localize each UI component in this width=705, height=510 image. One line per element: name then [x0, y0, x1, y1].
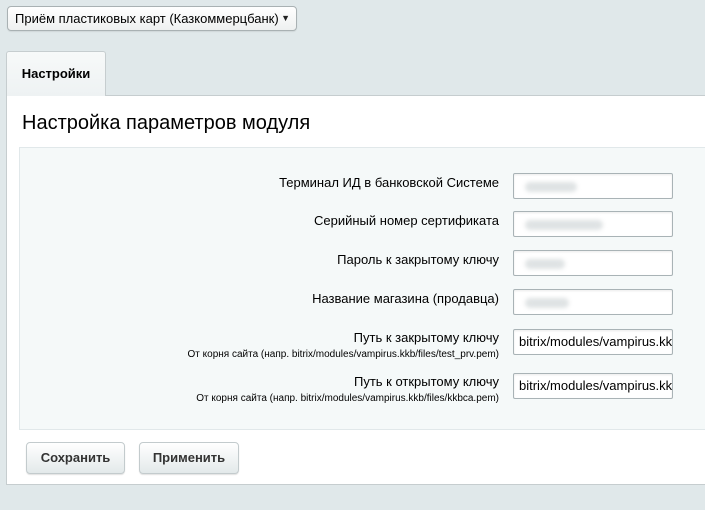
- redacted-value: [525, 258, 565, 269]
- public-key-path-field[interactable]: bitrix/modules/vampirus.kkb/files/kkbca.…: [513, 373, 673, 399]
- shop-name-field[interactable]: [513, 289, 673, 315]
- terminal-id-label: Терминал ИД в банковской Системе: [279, 175, 499, 190]
- redacted-value: [525, 297, 569, 308]
- settings-form: Терминал ИД в банковской Системе Серийны…: [19, 147, 705, 430]
- module-select-value: Приём пластиковых карт (Казкоммерцбанк): [15, 11, 279, 26]
- private-key-password-field[interactable]: [513, 250, 673, 276]
- redacted-value: [525, 181, 577, 192]
- shop-name-label: Название магазина (продавца): [312, 291, 499, 306]
- public-key-path-label: Путь к открытому ключу От корня сайта (н…: [196, 374, 499, 404]
- certificate-serial-field[interactable]: [513, 211, 673, 237]
- private-key-path-label: Путь к закрытому ключу От корня сайта (н…: [187, 330, 499, 360]
- private-key-password-label: Пароль к закрытому ключу: [337, 252, 499, 267]
- tab-settings[interactable]: Настройки: [6, 51, 106, 96]
- module-select[interactable]: Приём пластиковых карт (Казкоммерцбанк) …: [7, 6, 297, 31]
- certificate-serial-label: Серийный номер сертификата: [314, 213, 499, 228]
- private-key-path-field[interactable]: bitrix/modules/vampirus.kkb/files/test_p…: [513, 329, 673, 355]
- save-button[interactable]: Сохранить: [26, 442, 125, 474]
- private-key-path-hint: От корня сайта (напр. bitrix/modules/vam…: [187, 349, 499, 360]
- apply-button[interactable]: Применить: [139, 442, 239, 474]
- page-title: Настройка параметров модуля: [22, 112, 311, 134]
- tab-settings-label: Настройки: [21, 66, 91, 81]
- redacted-value: [525, 219, 603, 230]
- public-key-path-hint: От корня сайта (напр. bitrix/modules/vam…: [196, 393, 499, 404]
- dropdown-arrow-icon: ▼: [281, 13, 290, 23]
- terminal-id-field[interactable]: [513, 173, 673, 199]
- settings-panel: Настройка параметров модуля Терминал ИД …: [6, 95, 705, 485]
